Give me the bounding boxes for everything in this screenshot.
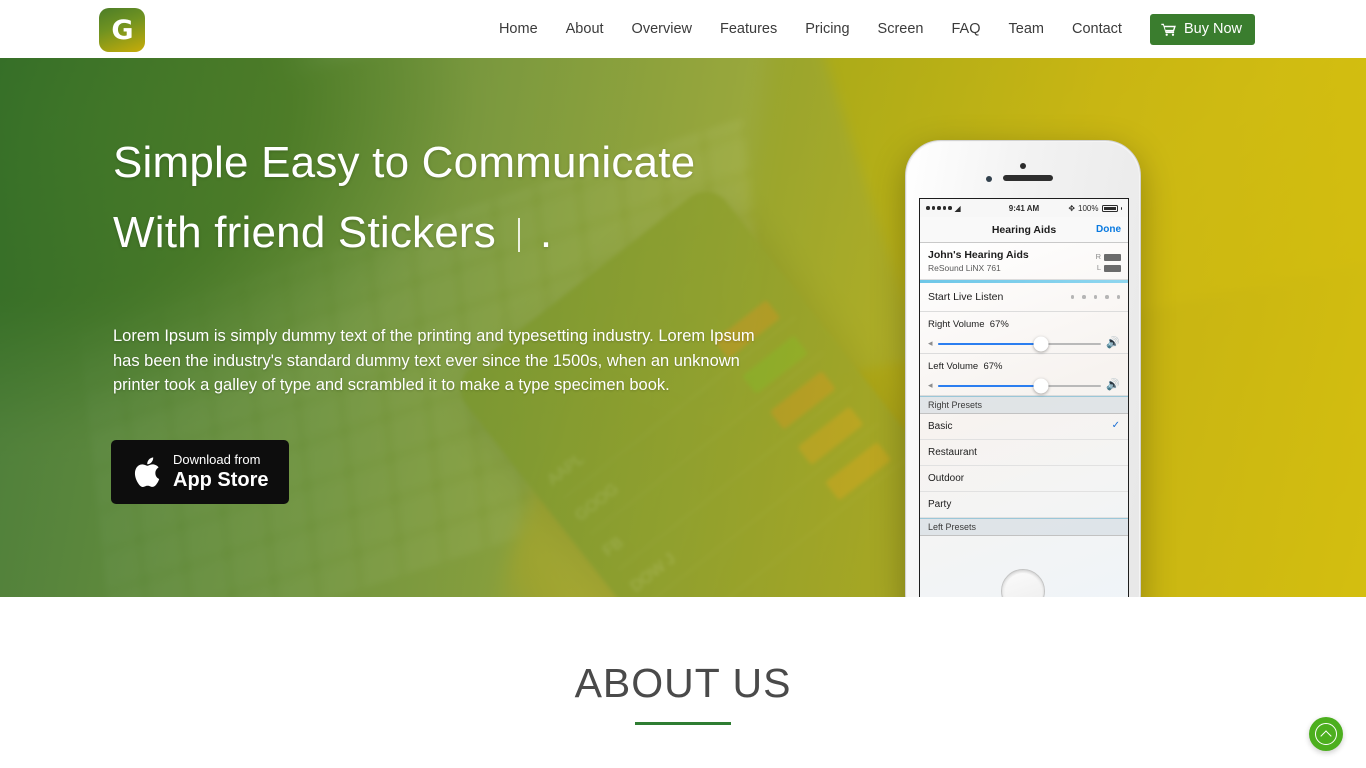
about-heading: ABOUT US [574,660,792,706]
left-battery-icon [1104,264,1121,272]
wifi-icon: ◢ [954,203,961,213]
logo-letter: G [111,14,133,46]
hero-title-line1: Simple Easy to Communicate [113,138,696,187]
hearing-aid-device-cell[interactable]: John's Hearing Aids ReSound LiNX 761 R L [920,243,1128,280]
phone-speaker-icon [1003,175,1053,181]
live-listen-label: Start Live Listen [928,291,1004,303]
left-channel-label: L [1096,263,1101,272]
preset-label: Restaurant [928,447,977,458]
left-volume-label: Left Volume 67% [928,361,1003,372]
hero-title: Simple Easy to Communicate With friend S… [113,128,873,269]
about-heading-underline [635,722,731,725]
right-channel-label: R [1095,252,1101,261]
nav-item-team[interactable]: Team [995,21,1058,37]
right-battery-icon [1104,253,1121,261]
nav-item-features[interactable]: Features [706,21,791,37]
speaker-high-icon: 🔊 [1106,379,1120,391]
right-volume-block: Right Volume 67% ◂ 🔊 [920,312,1128,354]
live-listen-level-icon [1070,295,1120,299]
phone-screen: ◢ 9:41 AM ✥ 100% Hearing Aids Done John'… [919,198,1129,597]
preset-item-party[interactable]: Party [920,492,1128,518]
app-store-download-button[interactable]: Download from App Store [111,440,289,504]
preset-item-restaurant[interactable]: Restaurant [920,440,1128,466]
app-store-small-label: Download from [173,451,261,467]
hero-title-line2: With friend Stickers [113,208,496,258]
preset-item-basic[interactable]: Basic ✓ [920,414,1128,440]
phone-camera-icon [1020,163,1026,169]
phone-status-bar: ◢ 9:41 AM ✥ 100% [920,199,1128,217]
right-volume-slider[interactable] [937,336,1102,351]
hero-paragraph: Lorem Ipsum is simply dummy text of the … [113,327,755,394]
speaker-low-icon: ◂ [928,338,933,348]
phone-sensor-icon [986,176,992,182]
phone-screen-body: John's Hearing Aids ReSound LiNX 761 R L… [920,243,1128,597]
site-header: G Home About Overview Features Pricing S… [0,0,1366,58]
signal-strength-icon [926,206,952,210]
left-presets-header: Left Presets [920,518,1128,536]
phone-nav-title: Hearing Aids [991,223,1057,236]
iphone-mockup: ◢ 9:41 AM ✥ 100% Hearing Aids Done John'… [905,140,1141,597]
battery-icon [1101,204,1118,212]
left-volume-slider[interactable] [937,378,1102,393]
nav-item-home[interactable]: Home [485,21,552,37]
chevron-up-icon [1315,723,1337,745]
site-logo[interactable]: G [99,8,145,52]
right-volume-value: 67% [989,319,1009,330]
phone-nav-bar: Hearing Aids Done [920,217,1128,243]
nav-item-about[interactable]: About [552,21,618,37]
device-battery-levels: R L [1096,251,1121,273]
apple-icon [134,457,160,487]
hero-title-suffix: . [539,208,553,258]
status-bar-time: 9:41 AM [1008,203,1040,213]
hero-section: AAPL GOOG FB DOW J DAX Simple Easy [0,58,1366,597]
done-button[interactable]: Done [1096,224,1121,235]
shopping-cart-icon [1161,23,1177,36]
speaker-low-icon: ◂ [928,380,933,390]
device-model: ReSound LiNX 761 [928,263,1001,273]
about-section: ABOUT US [0,597,1366,768]
preset-label: Outdoor [928,473,965,484]
speaker-high-icon: 🔊 [1106,337,1120,349]
typing-caret [518,218,521,253]
battery-percent: 100% [1078,203,1099,213]
status-bar-right: ✥ 100% [1068,204,1122,213]
main-navigation: Home About Overview Features Pricing Scr… [485,0,1255,58]
device-name: John's Hearing Aids [928,249,1029,261]
right-volume-label: Right Volume 67% [928,319,1009,330]
left-volume-block: Left Volume 67% ◂ 🔊 [920,354,1128,396]
start-live-listen-row[interactable]: Start Live Listen [920,283,1128,312]
scroll-to-top-button[interactable] [1309,717,1343,751]
checkmark-icon: ✓ [1111,420,1120,431]
nav-item-overview[interactable]: Overview [618,21,706,37]
right-presets-header: Right Presets [920,396,1128,414]
bluetooth-icon: ✥ [1068,203,1076,213]
preset-label: Basic [928,421,953,432]
app-store-big-label: App Store [173,469,269,492]
preset-item-outdoor[interactable]: Outdoor [920,466,1128,492]
battery-tip-icon [1120,206,1122,210]
nav-item-screen[interactable]: Screen [864,21,938,37]
nav-item-pricing[interactable]: Pricing [791,21,863,37]
left-volume-value: 67% [983,361,1003,372]
hero-content: Simple Easy to Communicate With friend S… [0,58,1366,597]
preset-label: Party [928,499,952,510]
nav-item-faq[interactable]: FAQ [938,21,995,37]
nav-item-contact[interactable]: Contact [1058,21,1136,37]
buy-now-label: Buy Now [1183,21,1242,37]
buy-now-button[interactable]: Buy Now [1149,13,1255,45]
